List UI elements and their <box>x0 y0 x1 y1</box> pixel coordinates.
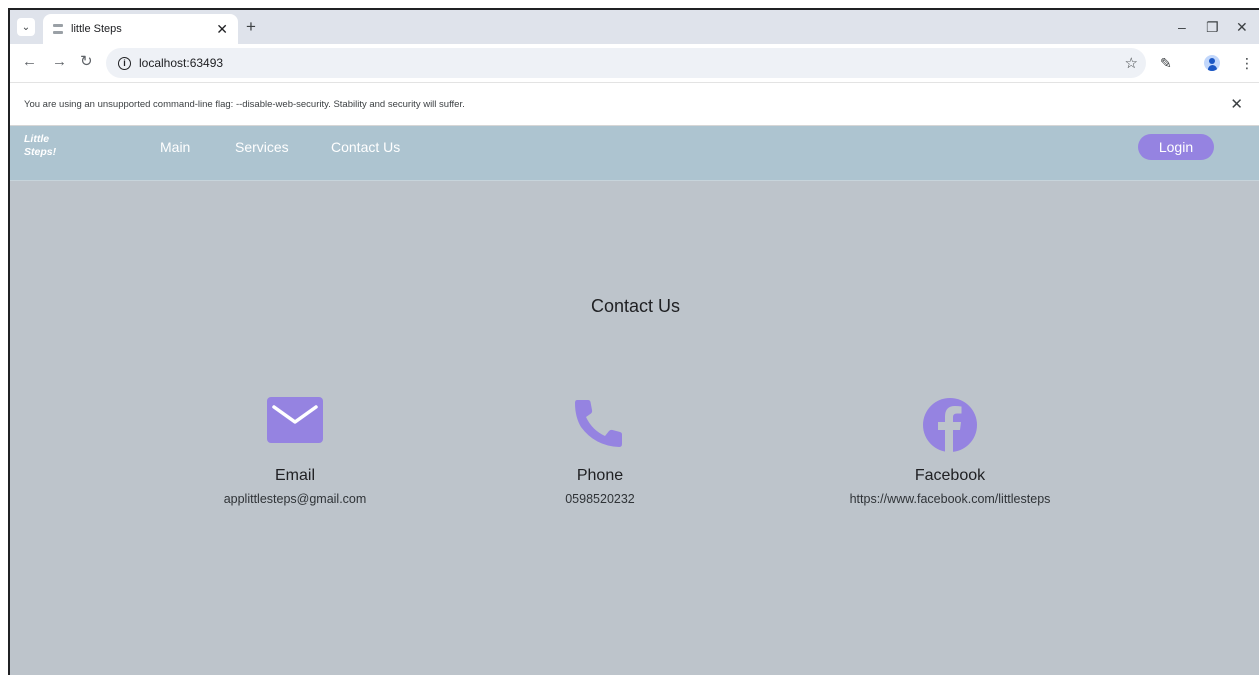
logo-line-1: Little <box>24 133 50 145</box>
browser-tab[interactable]: little Steps ✕ <box>43 14 238 44</box>
contact-card-facebook: Facebook https://www.facebook.com/little… <box>800 397 1100 506</box>
browser-window: ⌄ little Steps ✕ + – ❐ ✕ ← → ↻ i localho… <box>8 8 1259 675</box>
phone-icon[interactable] <box>573 397 627 449</box>
favicon-icon <box>53 24 63 34</box>
back-icon[interactable]: ← <box>22 53 37 71</box>
login-button[interactable]: Login <box>1138 134 1214 160</box>
extensions-icon[interactable]: ✎ <box>1160 55 1172 72</box>
facebook-title: Facebook <box>914 467 986 484</box>
app-logo[interactable]: Little Steps! <box>24 133 64 159</box>
logo-line-2: Steps! <box>24 146 57 158</box>
page-title: Contact Us <box>590 296 681 316</box>
facebook-icon[interactable] <box>922 397 978 453</box>
warning-text: You are using an unsupported command-lin… <box>24 99 465 110</box>
tab-close-icon[interactable]: ✕ <box>216 21 228 38</box>
menu-kebab-icon[interactable]: ⋮ <box>1240 55 1254 72</box>
minimize-icon[interactable]: – <box>1178 19 1186 35</box>
warning-infobar: You are using an unsupported command-lin… <box>10 82 1259 126</box>
contact-card-phone: Phone 0598520232 <box>490 397 710 506</box>
email-title: Email <box>274 467 315 484</box>
email-icon[interactable] <box>267 397 323 443</box>
forward-icon[interactable]: → <box>52 53 67 71</box>
warning-close-icon[interactable]: ✕ <box>1230 95 1243 113</box>
facebook-value[interactable]: https://www.facebook.com/littlesteps <box>800 492 1100 506</box>
chevron-down-icon: ⌄ <box>21 21 31 33</box>
new-tab-button[interactable]: + <box>246 18 256 36</box>
url-text: localhost:63493 <box>139 56 224 70</box>
contact-section: Contact Us Email applittlesteps@gmail.co… <box>10 181 1259 675</box>
reload-icon[interactable]: ↻ <box>80 53 93 71</box>
nav-contact-us[interactable]: Contact Us <box>331 139 400 155</box>
tab-strip: ⌄ little Steps ✕ + – ❐ ✕ <box>10 10 1259 44</box>
email-value[interactable]: applittlesteps@gmail.com <box>185 492 405 506</box>
site-info-icon[interactable]: i <box>118 56 131 70</box>
phone-value[interactable]: 0598520232 <box>490 492 710 506</box>
bookmark-star-icon[interactable]: ☆ <box>1125 54 1138 72</box>
tab-search-button[interactable]: ⌄ <box>17 18 35 36</box>
restore-icon[interactable]: ❐ <box>1206 19 1219 36</box>
tab-title: little Steps <box>71 23 122 35</box>
profile-avatar-icon[interactable] <box>1204 55 1220 71</box>
nav-services[interactable]: Services <box>235 139 289 155</box>
phone-title: Phone <box>576 467 624 484</box>
address-bar[interactable]: i localhost:63493 ☆ <box>106 48 1146 78</box>
browser-toolbar: ← → ↻ i localhost:63493 ☆ ✎ ⋮ <box>10 44 1259 82</box>
contact-card-email: Email applittlesteps@gmail.com <box>185 397 405 506</box>
close-window-icon[interactable]: ✕ <box>1236 19 1248 36</box>
app-navbar: Little Steps! Main Services Contact Us L… <box>10 126 1259 181</box>
nav-main[interactable]: Main <box>160 139 190 155</box>
